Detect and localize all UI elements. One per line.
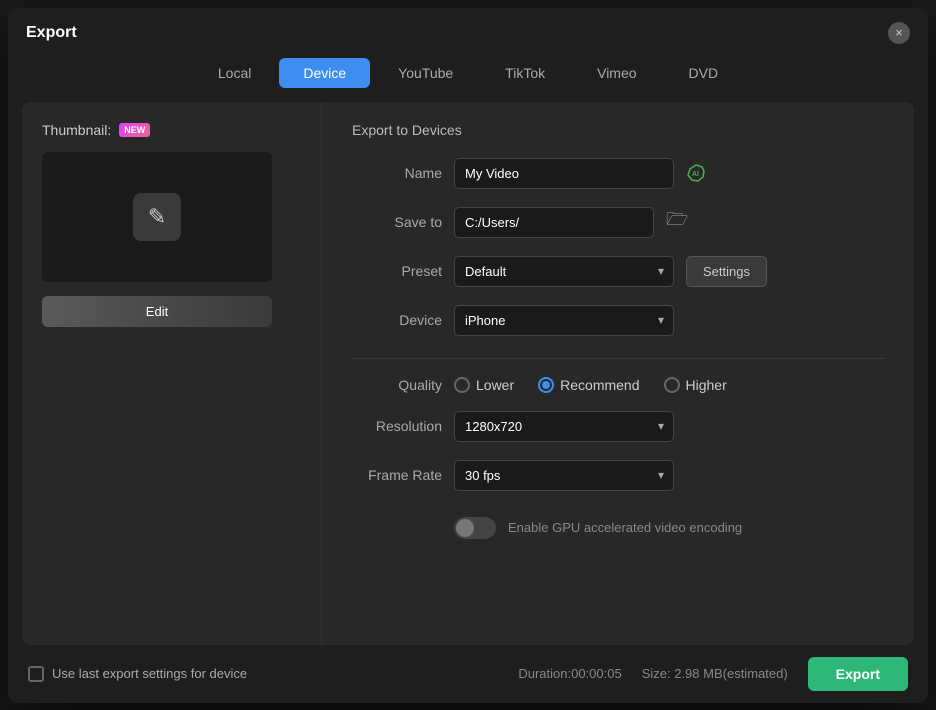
device-row: Device iPhone ▾ xyxy=(352,305,884,336)
section-title: Export to Devices xyxy=(352,122,884,138)
radio-lower-circle xyxy=(454,377,470,393)
footer-left: Use last export settings for device xyxy=(28,666,247,682)
preset-row: Preset Default ▾ Settings xyxy=(352,256,884,287)
resolution-select[interactable]: 1280x720 xyxy=(454,411,674,442)
pencil-icon: ✎ xyxy=(133,193,181,241)
frame-rate-row: Frame Rate 30 fps ▾ xyxy=(352,460,884,491)
tab-youtube[interactable]: YouTube xyxy=(374,58,477,88)
remember-settings-checkbox[interactable] xyxy=(28,666,44,682)
quality-higher[interactable]: Higher xyxy=(664,377,727,393)
quality-recommend[interactable]: Recommend xyxy=(538,377,639,393)
tab-local[interactable]: Local xyxy=(194,58,275,88)
quality-higher-label: Higher xyxy=(686,377,727,393)
radio-recommend-circle xyxy=(538,377,554,393)
remember-settings-label: Use last export settings for device xyxy=(52,666,247,681)
tab-bar: Local Device YouTube TikTok Vimeo DVD xyxy=(8,54,928,102)
footer-right: Duration:00:00:05 Size: 2.98 MB(estimate… xyxy=(518,657,908,691)
tab-device[interactable]: Device xyxy=(279,58,370,88)
save-to-label: Save to xyxy=(352,214,442,230)
device-select[interactable]: iPhone xyxy=(454,305,674,336)
name-input[interactable] xyxy=(454,158,674,189)
quality-label: Quality xyxy=(352,377,442,393)
frame-rate-select[interactable]: 30 fps xyxy=(454,460,674,491)
tab-dvd[interactable]: DVD xyxy=(665,58,743,88)
dialog-body: Thumbnail: NEW ✎ Edit Export to Devices … xyxy=(22,102,914,645)
size-text: Size: 2.98 MB(estimated) xyxy=(642,666,788,681)
name-row: Name AI xyxy=(352,158,884,189)
gpu-toggle-row: Enable GPU accelerated video encoding xyxy=(352,517,884,539)
export-button[interactable]: Export xyxy=(808,657,908,691)
toggle-knob xyxy=(456,519,474,537)
resolution-label: Resolution xyxy=(352,418,442,434)
right-panel: Export to Devices Name AI Save to 🗁 xyxy=(322,102,914,645)
tab-tiktok[interactable]: TikTok xyxy=(481,58,569,88)
quality-lower-label: Lower xyxy=(476,377,514,393)
frame-rate-select-wrap: 30 fps ▾ xyxy=(454,460,674,491)
dialog-title: Export xyxy=(26,24,77,42)
new-badge: NEW xyxy=(119,123,150,137)
radio-higher-circle xyxy=(664,377,680,393)
frame-rate-label: Frame Rate xyxy=(352,467,442,483)
preset-select[interactable]: Default xyxy=(454,256,674,287)
resolution-row: Resolution 1280x720 ▾ xyxy=(352,411,884,442)
name-label: Name xyxy=(352,165,442,181)
tab-vimeo[interactable]: Vimeo xyxy=(573,58,660,88)
edit-button[interactable]: Edit xyxy=(42,296,272,327)
thumbnail-label: Thumbnail: NEW xyxy=(42,122,301,138)
dialog-header: Export × xyxy=(8,8,928,54)
quality-radio-group: Lower Recommend Higher xyxy=(454,377,727,393)
quality-recommend-label: Recommend xyxy=(560,377,639,393)
close-button[interactable]: × xyxy=(888,22,910,44)
svg-text:AI: AI xyxy=(692,171,699,178)
quality-row: Quality Lower Recommend Higher xyxy=(352,377,884,393)
ai-icon[interactable]: AI xyxy=(686,163,706,183)
divider xyxy=(352,358,884,359)
duration-text: Duration:00:00:05 xyxy=(518,666,621,681)
gpu-toggle-label: Enable GPU accelerated video encoding xyxy=(508,520,742,535)
left-panel: Thumbnail: NEW ✎ Edit xyxy=(22,102,322,645)
export-dialog: Export × Local Device YouTube TikTok Vim… xyxy=(8,8,928,703)
gpu-toggle[interactable] xyxy=(454,517,496,539)
folder-button[interactable]: 🗁 xyxy=(666,207,688,237)
resolution-select-wrap: 1280x720 ▾ xyxy=(454,411,674,442)
save-to-row: Save to 🗁 xyxy=(352,207,884,238)
radio-recommend-dot xyxy=(542,381,550,389)
quality-lower[interactable]: Lower xyxy=(454,377,514,393)
thumbnail-preview: ✎ xyxy=(42,152,272,282)
dialog-footer: Use last export settings for device Dura… xyxy=(8,645,928,703)
settings-button[interactable]: Settings xyxy=(686,256,767,287)
device-label: Device xyxy=(352,312,442,328)
preset-select-wrap: Default ▾ xyxy=(454,256,674,287)
preset-label: Preset xyxy=(352,263,442,279)
device-select-wrap: iPhone ▾ xyxy=(454,305,674,336)
save-to-input[interactable] xyxy=(454,207,654,238)
